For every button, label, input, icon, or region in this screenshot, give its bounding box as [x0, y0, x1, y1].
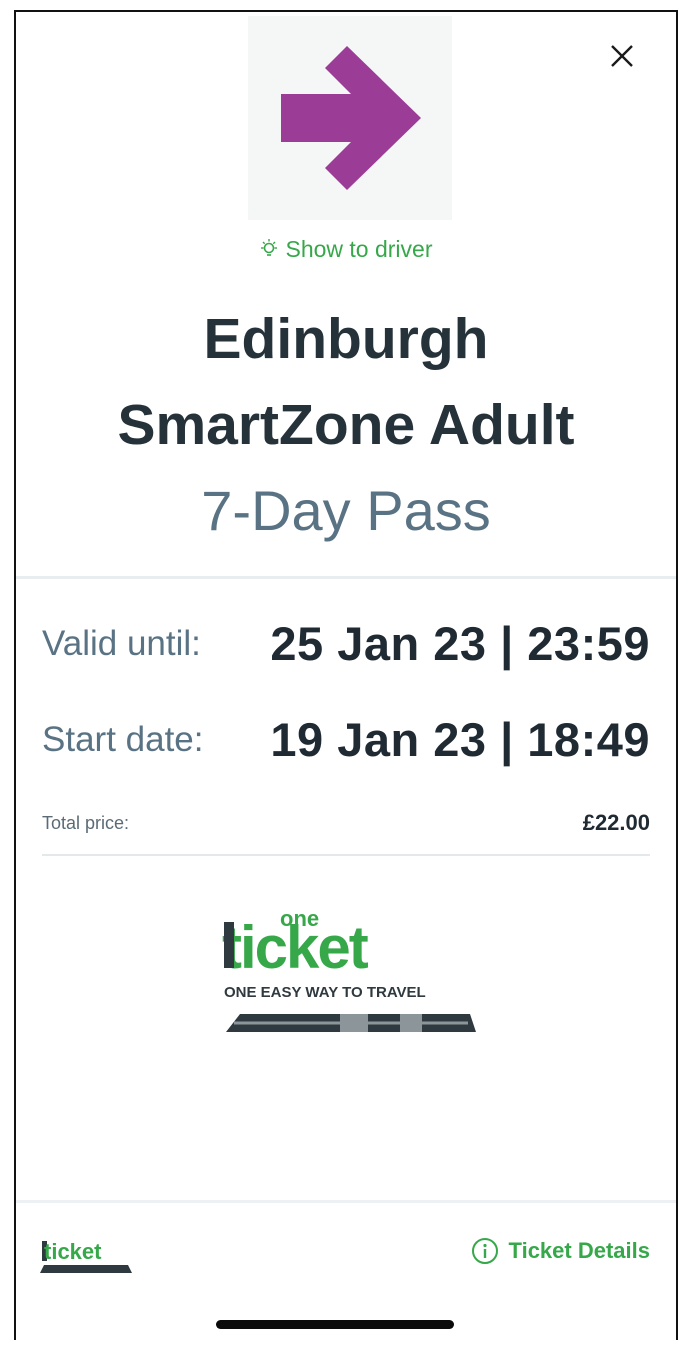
- divider: [42, 854, 650, 856]
- info-icon: [471, 1238, 498, 1264]
- show-to-driver-label: Show to driver: [285, 236, 433, 262]
- ticket-details-label: Ticket Details: [508, 1238, 650, 1263]
- ticket-details-button[interactable]: Ticket Details: [471, 1237, 650, 1265]
- close-icon: [611, 45, 633, 67]
- home-indicator[interactable]: [216, 1320, 454, 1329]
- one-ticket-logo: one ticket ONE EASY WAY TO TRAVEL: [222, 906, 476, 1032]
- total-price-label: Total price:: [42, 812, 130, 833]
- total-price-row: Total price: £22.00: [42, 810, 650, 836]
- lightbulb-icon: [261, 239, 278, 256]
- start-date-value: 19 Jan 23 | 18:49: [270, 713, 650, 766]
- one-ticket-small-logo: ticket: [40, 1239, 132, 1273]
- valid-until-label: Valid until:: [42, 623, 201, 663]
- valid-until-value: 25 Jan 23 | 23:59: [270, 617, 650, 670]
- close-button[interactable]: [602, 36, 642, 76]
- footer-bar: ticket Ticket Details: [16, 1200, 676, 1340]
- logo-tagline: ONE EASY WAY TO TRAVEL: [224, 984, 426, 1001]
- arrow-right-icon: [281, 46, 421, 190]
- valid-until-row: Valid until: 25 Jan 23 | 23:59: [42, 616, 650, 671]
- total-price-value: £22.00: [582, 810, 650, 835]
- validation-animation: [248, 16, 452, 220]
- ticket-title-line2: SmartZone Adult: [117, 393, 575, 457]
- ticket-subtitle: 7-Day Pass: [201, 479, 491, 542]
- ticket-title: Edinburgh SmartZone Adult: [16, 296, 676, 468]
- logo-word-ticket: ticket: [222, 914, 369, 981]
- ticket-title-line1: Edinburgh: [203, 307, 489, 371]
- ticket-screen: Show to driver Edinburgh SmartZone Adult…: [14, 10, 678, 1340]
- divider: [16, 576, 676, 579]
- svg-text:ticket: ticket: [44, 1239, 102, 1264]
- start-date-row: Start date: 19 Jan 23 | 18:49: [42, 712, 650, 767]
- show-to-driver-hint: Show to driver: [16, 236, 676, 263]
- start-date-label: Start date:: [42, 719, 204, 759]
